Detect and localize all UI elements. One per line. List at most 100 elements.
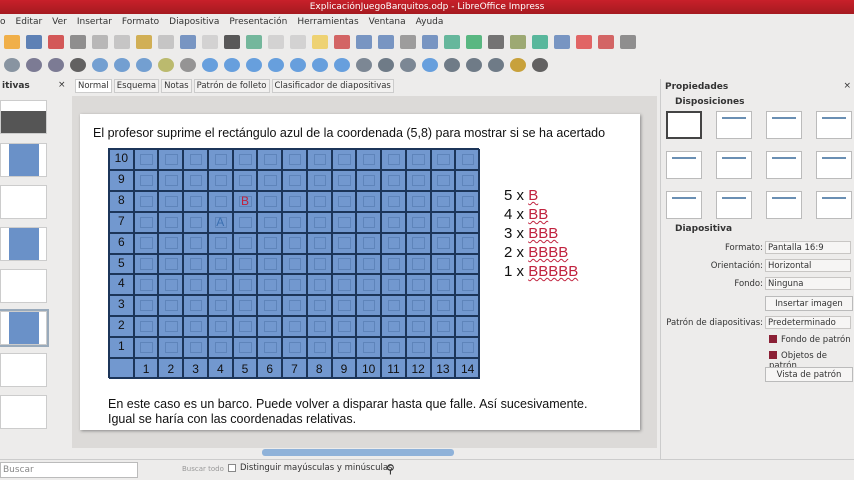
master-view-button[interactable]: Vista de patrón xyxy=(765,367,853,382)
layouts-section[interactable]: Disposiciones xyxy=(675,97,744,107)
drawing-tool-icon[interactable] xyxy=(422,58,438,72)
master-background-checkbox[interactable]: Fondo de patrón xyxy=(769,335,851,345)
menu-item[interactable]: o xyxy=(0,14,6,30)
layout-option[interactable] xyxy=(716,191,752,219)
toolbar-icon[interactable] xyxy=(312,35,328,49)
toolbar-icon[interactable] xyxy=(246,35,262,49)
toolbar-icon[interactable] xyxy=(92,35,108,49)
toolbar-icon[interactable] xyxy=(136,35,152,49)
find-replace-icon[interactable]: ⚲ xyxy=(386,462,395,476)
toolbar-icon[interactable] xyxy=(488,35,504,49)
slide-thumbnail[interactable] xyxy=(0,143,47,177)
tab-esquema[interactable]: Esquema xyxy=(113,79,160,93)
slide[interactable]: El profesor suprime el rectángulo azul d… xyxy=(80,114,640,430)
drawing-tool-icon[interactable] xyxy=(268,58,284,72)
slide-thumbnail[interactable] xyxy=(0,100,47,134)
close-icon[interactable]: × xyxy=(843,81,851,91)
layout-option[interactable] xyxy=(766,111,802,139)
toolbar-icon[interactable] xyxy=(378,35,394,49)
drawing-tool-icon[interactable] xyxy=(136,58,152,72)
slide-thumbnail[interactable] xyxy=(0,185,47,219)
slide-thumbnail[interactable] xyxy=(0,353,47,387)
toolbar-icon[interactable] xyxy=(290,35,306,49)
toolbar-icon[interactable] xyxy=(334,35,350,49)
drawing-tool-icon[interactable] xyxy=(488,58,504,72)
layout-option[interactable] xyxy=(716,151,752,179)
toolbar-icon[interactable] xyxy=(400,35,416,49)
master-select[interactable]: Predeterminado xyxy=(765,316,851,329)
format-select[interactable]: Pantalla 16:9 xyxy=(765,241,851,254)
background-select[interactable]: Ninguna xyxy=(765,277,851,290)
close-icon[interactable]: × xyxy=(58,80,66,90)
slide-thumbnail[interactable] xyxy=(0,269,47,303)
toolbar-icon[interactable] xyxy=(466,35,482,49)
slide-thumbnail-selected[interactable] xyxy=(0,309,49,347)
toolbar-icon[interactable] xyxy=(444,35,460,49)
layout-option[interactable] xyxy=(716,111,752,139)
insert-image-button[interactable]: Insertar imagen xyxy=(765,296,853,311)
drawing-tool-icon[interactable] xyxy=(334,58,350,72)
find-all-button[interactable]: Buscar todo xyxy=(182,465,224,473)
menu-item[interactable]: Ayuda xyxy=(416,14,444,30)
toolbar-icon[interactable] xyxy=(598,35,614,49)
menu-item[interactable]: Insertar xyxy=(77,14,112,30)
toolbar-icon[interactable] xyxy=(576,35,592,49)
toolbar-icon[interactable] xyxy=(224,35,240,49)
search-input[interactable]: Buscar xyxy=(0,462,138,478)
layout-option[interactable] xyxy=(816,111,852,139)
drawing-tool-icon[interactable] xyxy=(48,58,64,72)
drawing-tool-icon[interactable] xyxy=(4,58,20,72)
layout-option[interactable] xyxy=(666,151,702,179)
drawing-tool-icon[interactable] xyxy=(70,58,86,72)
orientation-select[interactable]: Horizontal xyxy=(765,259,851,272)
menu-item[interactable]: Ventana xyxy=(369,14,406,30)
toolbar-icon[interactable] xyxy=(620,35,636,49)
drawing-tool-icon[interactable] xyxy=(510,58,526,72)
toolbar-icon[interactable] xyxy=(510,35,526,49)
drawing-tool-icon[interactable] xyxy=(378,58,394,72)
drawing-tool-icon[interactable] xyxy=(202,58,218,72)
tab-patrón-de-folleto[interactable]: Patrón de folleto xyxy=(193,79,270,93)
toolbar-icon[interactable] xyxy=(48,35,64,49)
menu-item[interactable]: Formato xyxy=(122,14,159,30)
layout-option[interactable] xyxy=(666,111,702,139)
slide-thumbnail[interactable] xyxy=(0,227,47,261)
drawing-tool-icon[interactable] xyxy=(246,58,262,72)
menu-item[interactable]: Diapositiva xyxy=(169,14,219,30)
drawing-tool-icon[interactable] xyxy=(224,58,240,72)
menu-item[interactable]: Herramientas xyxy=(297,14,358,30)
toolbar-icon[interactable] xyxy=(180,35,196,49)
toolbar-icon[interactable] xyxy=(554,35,570,49)
drawing-tool-icon[interactable] xyxy=(356,58,372,72)
drawing-tool-icon[interactable] xyxy=(400,58,416,72)
drawing-tool-icon[interactable] xyxy=(158,58,174,72)
layout-option[interactable] xyxy=(766,151,802,179)
menu-item[interactable]: Presentación xyxy=(229,14,287,30)
toolbar-icon[interactable] xyxy=(422,35,438,49)
toolbar-icon[interactable] xyxy=(202,35,218,49)
slide-section[interactable]: Diapositiva xyxy=(675,224,732,234)
layout-option[interactable] xyxy=(666,191,702,219)
toolbar-icon[interactable] xyxy=(268,35,284,49)
tab-notas[interactable]: Notas xyxy=(161,79,192,93)
layout-option[interactable] xyxy=(766,191,802,219)
tab-normal[interactable]: Normal xyxy=(75,79,112,93)
toolbar-icon[interactable] xyxy=(158,35,174,49)
drawing-tool-icon[interactable] xyxy=(290,58,306,72)
toolbar-icon[interactable] xyxy=(4,35,20,49)
drawing-tool-icon[interactable] xyxy=(26,58,42,72)
layout-option[interactable] xyxy=(816,151,852,179)
drawing-tool-icon[interactable] xyxy=(114,58,130,72)
drawing-tool-icon[interactable] xyxy=(466,58,482,72)
drawing-tool-icon[interactable] xyxy=(92,58,108,72)
tab-clasificador-de-diapositivas[interactable]: Clasificador de diapositivas xyxy=(271,79,394,93)
toolbar-icon[interactable] xyxy=(26,35,42,49)
toolbar-icon[interactable] xyxy=(356,35,372,49)
toolbar-icon[interactable] xyxy=(70,35,86,49)
menu-item[interactable]: Editar xyxy=(16,14,43,30)
layout-option[interactable] xyxy=(816,191,852,219)
toolbar-icon[interactable] xyxy=(114,35,130,49)
drawing-tool-icon[interactable] xyxy=(444,58,460,72)
toolbar-icon[interactable] xyxy=(532,35,548,49)
menu-item[interactable]: Ver xyxy=(52,14,67,30)
